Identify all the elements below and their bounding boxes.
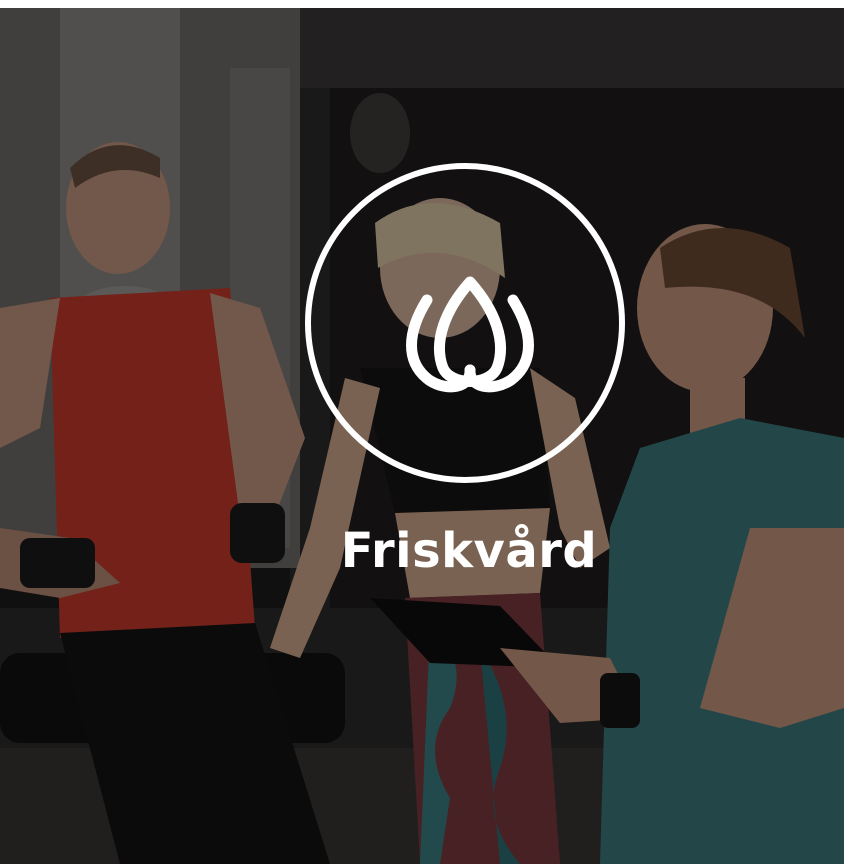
lotus-icon — [406, 276, 534, 393]
service-card-friskvard[interactable]: Friskvård — [0, 0, 844, 864]
card-title: Friskvård — [340, 523, 598, 579]
